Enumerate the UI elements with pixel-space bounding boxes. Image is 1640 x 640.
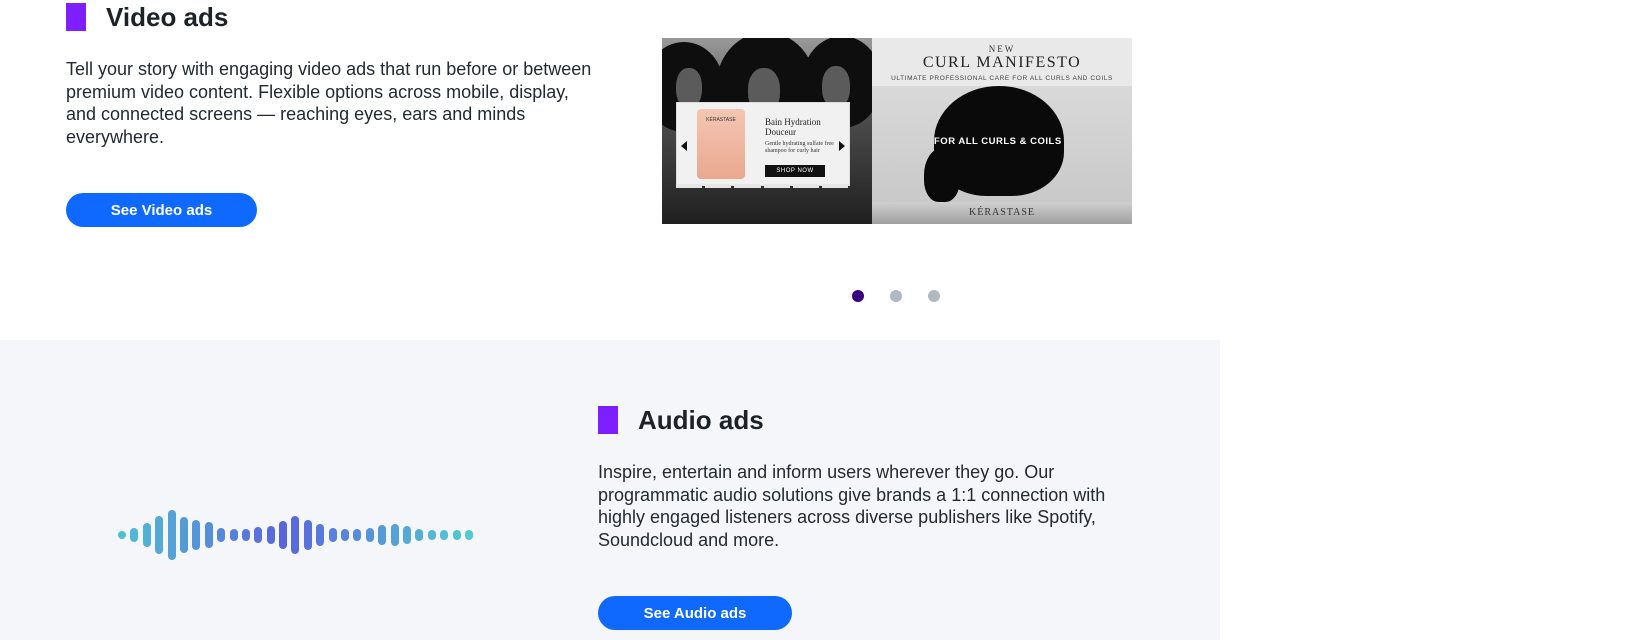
waveform-bar bbox=[291, 516, 300, 554]
waveform-bar bbox=[378, 525, 387, 545]
carousel-dot-1[interactable] bbox=[852, 290, 864, 302]
video-ads-title: Video ads bbox=[106, 2, 229, 32]
audio-accent-bar bbox=[598, 406, 618, 434]
waveform-bar bbox=[365, 528, 374, 542]
waveform-bar bbox=[390, 524, 399, 546]
waveform-bar bbox=[266, 526, 275, 544]
video-ad-creative[interactable]: NEW CURL MANIFESTO ULTIMATE PROFESSIONAL… bbox=[662, 38, 1132, 224]
carousel-dots bbox=[852, 290, 940, 302]
chevron-right-icon[interactable] bbox=[839, 141, 845, 151]
waveform-bar bbox=[130, 528, 139, 542]
product-card: KÉRASTASE Bain Hydration Douceur Gentle … bbox=[676, 102, 850, 186]
waveform-bar bbox=[464, 530, 473, 540]
audio-waveform-icon bbox=[118, 508, 488, 562]
product-bottle-image: KÉRASTASE bbox=[697, 109, 745, 179]
waveform-bar bbox=[118, 531, 126, 539]
waveform-bar bbox=[316, 524, 325, 546]
audio-ads-title: Audio ads bbox=[638, 405, 764, 435]
waveform-bar bbox=[279, 521, 288, 549]
waveform-bar bbox=[402, 526, 411, 544]
waveform-bar bbox=[353, 529, 362, 541]
product-description: Gentle hydrating sulfate free shampoo fo… bbox=[765, 141, 834, 154]
creative-subheadline: ULTIMATE PROFESSIONAL CARE FOR ALL CURLS… bbox=[891, 75, 1113, 82]
waveform-bar bbox=[328, 528, 337, 542]
see-video-ads-button[interactable]: See Video ads bbox=[66, 193, 257, 227]
carousel-dot-3[interactable] bbox=[928, 290, 940, 302]
brand-logo-text: KÉRASTASE bbox=[969, 207, 1035, 218]
see-audio-ads-button[interactable]: See Audio ads bbox=[598, 596, 792, 630]
waveform-bar bbox=[303, 520, 312, 550]
creative-headline: CURL MANIFESTO bbox=[922, 54, 1082, 71]
brand-strip: KÉRASTASE bbox=[872, 202, 1132, 224]
silhouette-profile bbox=[924, 148, 960, 202]
waveform-bar bbox=[217, 528, 226, 542]
waveform-bar bbox=[440, 530, 449, 540]
waveform-bar bbox=[155, 516, 164, 554]
bottle-label: KÉRASTASE bbox=[706, 117, 736, 123]
product-name: Bain Hydration Douceur bbox=[765, 117, 821, 137]
waveform-bar bbox=[341, 529, 350, 541]
creative-tagline: FOR ALL CURLS & COILS bbox=[934, 136, 1062, 147]
waveform-bar bbox=[415, 529, 424, 541]
video-ads-section: Video ads Tell your story with engaging … bbox=[0, 0, 1220, 340]
waveform-bar bbox=[142, 523, 151, 547]
waveform-bar bbox=[229, 529, 238, 541]
waveform-bar bbox=[192, 520, 201, 550]
product-thumb-strip bbox=[676, 184, 849, 188]
video-ads-description: Tell your story with engaging video ads … bbox=[66, 59, 592, 147]
audio-ads-section: Audio ads Inspire, entertain and inform … bbox=[0, 340, 1220, 640]
shop-now-button[interactable]: SHOP NOW bbox=[765, 165, 825, 177]
chevron-left-icon[interactable] bbox=[681, 141, 687, 151]
silhouette-panel: FOR ALL CURLS & COILS bbox=[872, 86, 1132, 202]
waveform-bar bbox=[452, 530, 461, 540]
waveform-bar bbox=[179, 517, 188, 553]
waveform-bar bbox=[427, 530, 436, 540]
audio-ads-description: Inspire, entertain and inform users wher… bbox=[598, 462, 1106, 550]
waveform-bar bbox=[204, 522, 213, 548]
waveform-bar bbox=[254, 527, 263, 543]
waveform-bar bbox=[167, 510, 176, 560]
creative-header: NEW CURL MANIFESTO ULTIMATE PROFESSIONAL… bbox=[872, 38, 1132, 86]
video-accent-bar bbox=[66, 3, 86, 31]
waveform-bar bbox=[241, 529, 250, 541]
carousel-dot-2[interactable] bbox=[890, 290, 902, 302]
creative-eyebrow: NEW bbox=[988, 44, 1016, 54]
